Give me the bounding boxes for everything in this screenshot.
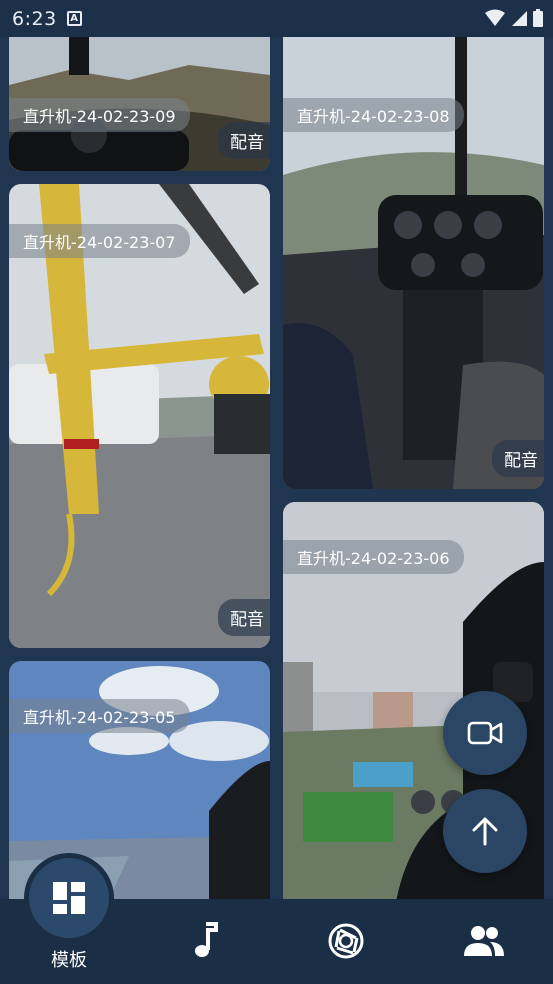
nav-item-music[interactable] bbox=[190, 922, 220, 960]
card-title: 直升机-24-02-23-09 bbox=[9, 98, 190, 132]
nav-item-camera[interactable] bbox=[327, 922, 365, 960]
card-title: 直升机-24-02-23-05 bbox=[9, 699, 190, 733]
camera-aperture-icon bbox=[328, 923, 364, 959]
card-title: 直升机-24-02-23-07 bbox=[9, 224, 190, 258]
video-card[interactable]: 直升机-24-02-23-09 配音 bbox=[9, 37, 270, 171]
app-notification-icon: A bbox=[66, 11, 82, 26]
people-icon bbox=[464, 926, 504, 956]
nav-item-people[interactable] bbox=[463, 924, 505, 958]
card-title: 直升机-24-02-23-06 bbox=[283, 540, 464, 574]
status-bar: 6:23 A bbox=[0, 0, 553, 37]
nav-label-templates: 模板 bbox=[51, 950, 87, 971]
video-card[interactable]: 直升机-24-02-23-07 配音 bbox=[9, 184, 270, 648]
scroll-top-button[interactable] bbox=[443, 789, 527, 873]
record-video-button[interactable] bbox=[443, 691, 527, 775]
video-camera-icon bbox=[467, 721, 503, 745]
video-card[interactable]: 直升机-24-02-23-08 配音 bbox=[283, 37, 544, 489]
status-icons bbox=[485, 9, 543, 27]
dub-button[interactable]: 配音 bbox=[218, 599, 270, 636]
wifi-icon bbox=[485, 9, 505, 26]
music-note-icon bbox=[195, 922, 218, 957]
card-title: 直升机-24-02-23-08 bbox=[283, 98, 464, 132]
battery-icon bbox=[533, 9, 543, 27]
arrow-up-icon bbox=[472, 817, 498, 846]
signal-icon bbox=[512, 11, 527, 26]
status-time: 6:23 bbox=[12, 7, 57, 30]
grid-dashboard-icon bbox=[53, 882, 85, 914]
nav-item-templates[interactable] bbox=[29, 858, 109, 938]
dub-button[interactable]: 配音 bbox=[218, 122, 270, 159]
dub-button[interactable]: 配音 bbox=[492, 440, 544, 477]
